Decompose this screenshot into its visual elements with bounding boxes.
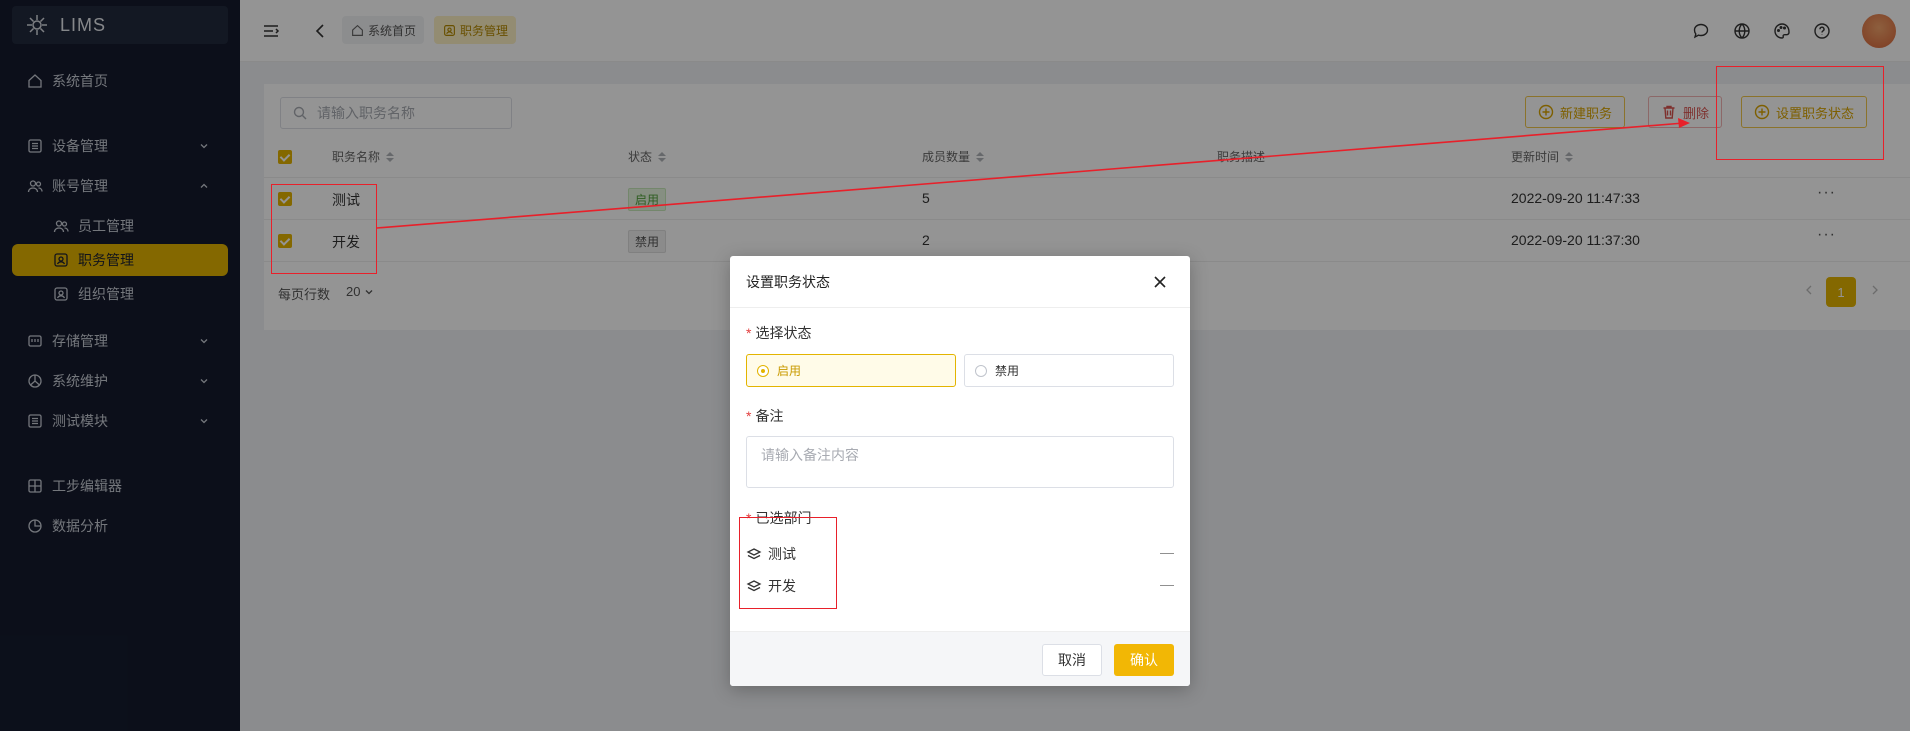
annotation-button-box [1716, 66, 1884, 160]
radio-button [757, 364, 769, 377]
remove-dept-button[interactable]: — [1160, 544, 1174, 560]
remark-textarea[interactable]: 请输入备注内容 [746, 436, 1174, 488]
remove-dept-button[interactable]: — [1160, 576, 1174, 592]
status-field-label: * 选择状态 [746, 325, 812, 341]
status-radio-disabled[interactable]: 禁用 [964, 354, 1174, 387]
status-radio-enabled[interactable]: 启用 [746, 354, 956, 387]
set-status-dialog: 设置职务状态 * 选择状态 启用 禁用 * 备注 请输入备注内容 * 已选部门 测试 … [730, 256, 1190, 686]
radio-label: 禁用 [995, 364, 1020, 378]
annotation-dept-box [739, 517, 837, 609]
remark-placeholder: 请输入备注内容 [761, 447, 859, 463]
cancel-button[interactable]: 取消 [1042, 644, 1102, 676]
dialog-footer: 取消 确认 [730, 631, 1190, 686]
annotation-rows-box [271, 184, 377, 274]
dialog-header: 设置职务状态 [730, 256, 1190, 308]
remark-field-label: * 备注 [746, 408, 784, 424]
close-icon[interactable] [1150, 272, 1170, 292]
confirm-button[interactable]: 确认 [1114, 644, 1174, 676]
radio-button [975, 364, 987, 377]
radio-label: 启用 [777, 364, 802, 378]
dialog-title: 设置职务状态 [746, 273, 830, 290]
